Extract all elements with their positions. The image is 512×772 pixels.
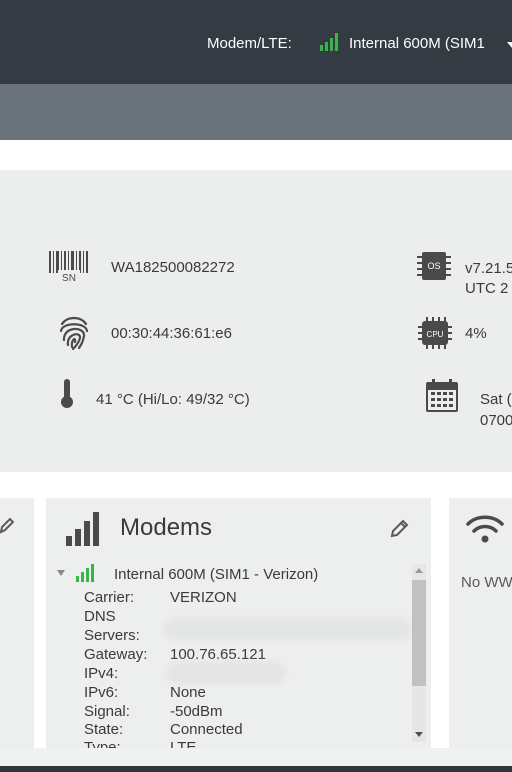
modem-list[interactable]: Internal 600M (SIM1 - Verizon) Carrier: … [46,562,431,748]
signal-bars-icon [76,564,94,582]
spacer [0,472,512,498]
fingerprint-icon [59,316,89,350]
signal-bars-icon [66,512,99,546]
mac-address: 00:30:44:36:61:e6 [111,325,232,342]
gateway-value: 100.76.65.121 [170,646,266,663]
dns-label: DNS [84,608,116,625]
spacer [0,140,512,170]
modem-name[interactable]: Internal 600M (SIM1 - Verizon) [114,566,318,583]
wwan-status: No WW [461,574,512,591]
dashboard-cards: Modems Internal 600M (SIM1 - Verizon) Ca… [0,498,512,748]
temperature: 41 °C (Hi/Lo: 49/32 °C) [96,391,250,408]
modem-list-scrollbar[interactable] [412,564,426,742]
gateway-label: Gateway: [84,646,148,663]
signal-label: Signal: [84,703,130,720]
pencil-icon[interactable] [390,518,410,538]
dns-servers-label: Servers: [84,627,140,644]
firmware-date: UTC 2 [465,280,509,297]
system-date: Sat ( [480,391,512,408]
thermometer-icon [61,379,73,408]
os-chip-icon: OS [417,252,451,280]
wifi-icon [466,515,504,543]
redacted-ipv4-value [170,666,282,680]
calendar-icon [426,379,458,412]
ipv6-value: None [170,684,206,701]
carrier-value: VERIZON [170,589,237,606]
pencil-icon[interactable] [0,516,14,534]
wireless-wan-card: No WW [449,498,512,748]
type-value: LTE [170,739,197,748]
modem-select[interactable]: Internal 600M (SIM1 [349,35,485,52]
type-label: Type: [84,739,121,748]
svg-text:OS: OS [427,261,440,271]
top-header: Modem/LTE: Internal 600M (SIM1 [0,0,512,84]
barcode-sn-icon: SN [49,251,88,284]
cpu-usage: 4% [465,325,487,342]
sub-navigation-bar [0,84,512,140]
svg-text:CPU: CPU [427,330,444,339]
modems-card-title: Modems [120,514,213,541]
footer-bar [0,766,512,772]
chevron-down-icon[interactable] [507,42,512,48]
serial-number: WA182500082272 [111,259,235,276]
scrollbar-thumb[interactable] [412,580,426,686]
scroll-up-icon[interactable] [415,568,423,573]
modems-card: Modems Internal 600M (SIM1 - Verizon) Ca… [46,498,431,748]
state-value: Connected [170,721,243,738]
collapse-caret-icon[interactable] [57,570,65,576]
state-label: State: [84,721,124,738]
device-info-panel: SN WA182500082272 00:30:44:36:61:e6 41 °… [0,170,512,472]
signal-value: -50dBm [170,703,223,720]
modem-lte-label: Modem/LTE: [207,35,292,52]
left-card [0,498,34,748]
firmware-version: v7.21.5 [465,260,512,277]
ipv6-label: IPv6: [84,684,119,701]
signal-bars-icon [320,33,338,51]
ipv4-label: IPv4: [84,665,119,682]
redacted-dns-value [168,622,408,636]
scroll-down-icon[interactable] [415,732,423,737]
svg-text:SN: SN [62,273,76,284]
carrier-label: Carrier: [84,589,135,606]
system-time: 0700 [480,412,512,429]
cpu-chip-icon: CPU [418,317,452,349]
